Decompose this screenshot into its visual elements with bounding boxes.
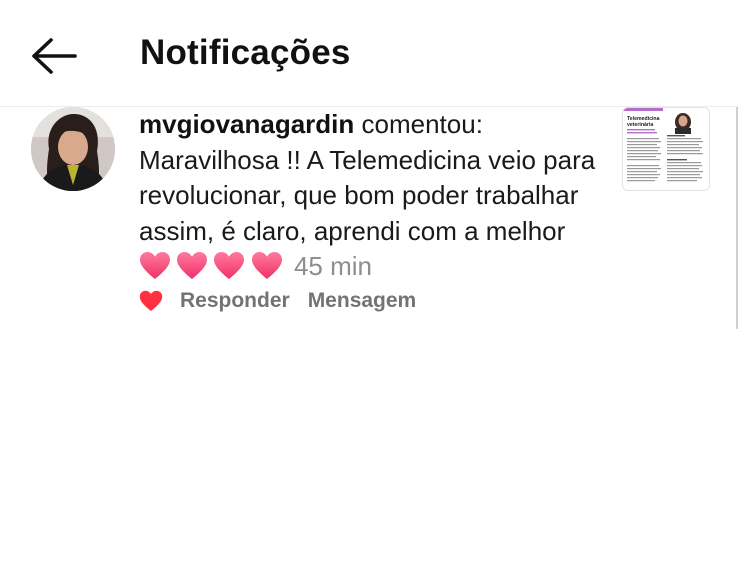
username[interactable]: mvgiovanagardin <box>139 109 354 139</box>
heart-emoji-icon <box>140 252 170 279</box>
timestamp: 45 min <box>293 251 372 281</box>
post-thumbnail[interactable]: Telemedicina veterinária <box>622 107 710 191</box>
action-text: comentou: <box>361 109 483 139</box>
message-button[interactable]: Mensagem <box>308 289 417 313</box>
back-button[interactable] <box>28 36 80 76</box>
avatar[interactable] <box>31 107 115 191</box>
heart-emoji-icon <box>177 252 208 279</box>
heart-emoji-icon <box>251 252 282 279</box>
notification-actions: Responder Mensagem <box>139 285 434 317</box>
comment-text: Maravilhosa !! A Telemedicina veio para … <box>139 144 596 246</box>
arrow-left-icon <box>32 38 77 74</box>
notification-item[interactable]: mvgiovanagardin comentou: Maravilhosa !!… <box>0 107 738 327</box>
header: Notificações <box>0 0 738 107</box>
reply-button[interactable]: Responder <box>180 289 290 313</box>
heart-emoji-icon <box>214 252 245 279</box>
article-preview-image: Telemedicina veterinária <box>623 108 709 190</box>
page-title: Notificações <box>140 33 351 72</box>
heart-emoji-group <box>139 251 282 283</box>
notification-text: mvgiovanagardin comentou: Maravilhosa !!… <box>139 107 609 285</box>
heart-filled-icon[interactable] <box>139 290 163 312</box>
svg-text:veterinária: veterinária <box>627 122 653 128</box>
avatar-photo <box>31 107 115 191</box>
